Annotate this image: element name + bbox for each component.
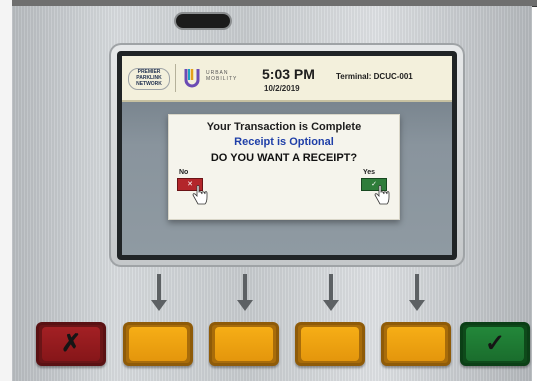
- logo-line-3: NETWORK: [136, 81, 162, 87]
- confirm-key[interactable]: ✓: [460, 322, 530, 366]
- status-bar: PREMIER PARKLINK NETWORK URBAN MOBILITY …: [122, 56, 452, 102]
- function-key-2[interactable]: [209, 322, 279, 366]
- no-label: No: [179, 169, 189, 176]
- kiosk-photo-frame: PREMIER PARKLINK NETWORK URBAN MOBILITY …: [0, 0, 537, 381]
- function-key-cap: [387, 327, 445, 361]
- function-key-cap: [215, 327, 273, 361]
- clock-date: 10/2/2019: [264, 84, 300, 93]
- check-icon: ✓: [484, 330, 506, 357]
- clock-time: 5:03 PM: [262, 66, 315, 82]
- yes-label: Yes: [363, 169, 376, 176]
- urban-mobility-logo-icon: [184, 69, 200, 88]
- dialog-question: DO YOU WANT A RECEIPT?: [210, 152, 358, 164]
- cancel-key-cap: ✗: [42, 327, 100, 361]
- function-key-cap: [129, 327, 187, 361]
- x-icon: ✗: [60, 330, 82, 357]
- arrow-down-icon: [237, 274, 253, 311]
- function-key-1[interactable]: [123, 322, 193, 366]
- arrow-down-icon: [409, 274, 425, 311]
- pointing-hand-icon: [192, 185, 208, 205]
- card-slot[interactable]: [176, 14, 230, 28]
- urban-mobility-wordmark: URBAN MOBILITY: [206, 70, 237, 82]
- function-key-4[interactable]: [381, 322, 451, 366]
- confirm-key-cap: ✓: [466, 327, 524, 361]
- arrow-down-icon: [151, 274, 167, 311]
- cancel-key[interactable]: ✗: [36, 322, 106, 366]
- terminal-id: Terminal: DCUC-001: [336, 72, 413, 81]
- arrow-down-icon: [323, 274, 339, 311]
- function-key-3[interactable]: [295, 322, 365, 366]
- function-key-cap: [301, 327, 359, 361]
- pointing-hand-icon: [374, 185, 390, 205]
- dialog-title: Your Transaction is Complete: [206, 121, 362, 133]
- parklink-logo: PREMIER PARKLINK NETWORK: [128, 68, 170, 90]
- dialog-subtitle: Receipt is Optional: [234, 136, 334, 148]
- status-divider: [175, 64, 176, 92]
- kiosk-screen: PREMIER PARKLINK NETWORK URBAN MOBILITY …: [122, 56, 452, 255]
- wordmark-line-2: MOBILITY: [206, 76, 238, 82]
- receipt-dialog: Your Transaction is Complete Receipt is …: [168, 114, 400, 220]
